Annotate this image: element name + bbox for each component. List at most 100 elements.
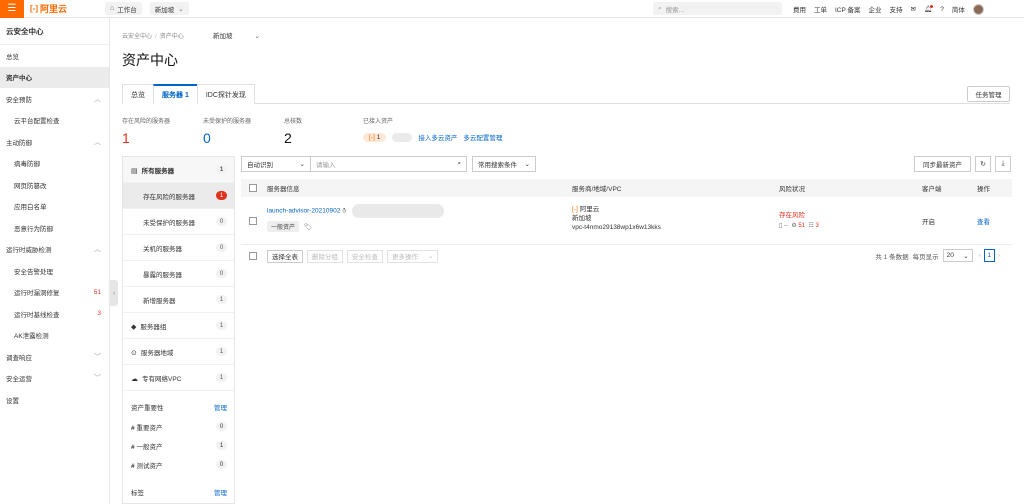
tree-all-servers[interactable]: ▤ 所有服务器 1 (123, 157, 234, 183)
more-actions-button[interactable]: 更多操作 ⌄ (387, 249, 439, 263)
sidebar-item[interactable]: 主动防御 ︿ (0, 131, 109, 153)
workbench-button[interactable]: ⌂ 工作台 (105, 2, 142, 15)
task-management-button[interactable]: 任务管理 (967, 86, 1010, 102)
sidebar-item[interactable]: 安全预防 ︿ (0, 88, 109, 110)
importance-count: 0 (216, 460, 227, 469)
other-cloud-pill[interactable] (392, 132, 413, 142)
sidebar-item[interactable]: 资产中心 (0, 66, 109, 88)
row-checkbox[interactable] (249, 216, 257, 225)
common-conditions-select[interactable]: 常用搜索条件 ⌄ (472, 156, 536, 172)
tree-sub-item[interactable]: 新增服务器 1 (123, 287, 234, 313)
tags-manage-link[interactable]: 管理 (214, 487, 227, 497)
tab-idc-discovery[interactable]: IDC探针发现 (196, 84, 255, 104)
breadcrumb-item[interactable]: 云安全中心 (122, 34, 152, 40)
connect-multicloud-link[interactable]: 接入多云资产 (418, 132, 457, 142)
importance-item[interactable]: # 测试资产 0 (123, 455, 234, 474)
download-icon[interactable]: ⤓ (995, 156, 1011, 172)
server-icon: ▤ (131, 167, 138, 175)
tree-vpc[interactable]: ☁ 专有网络VPC 1 (123, 365, 234, 391)
sidebar-item[interactable]: AK泄露检测 (0, 325, 109, 347)
tab-overview[interactable]: 总览 (122, 84, 154, 104)
total-count: 共 1 条数据 (875, 253, 909, 261)
importance-item[interactable]: # 重要资产 0 (123, 417, 234, 436)
linux-icon: 🐧︎ (342, 207, 347, 215)
aliyun-logo[interactable]: [-] 阿里云 (30, 2, 67, 15)
server-name-link[interactable]: launch-advisor-20210902 (267, 208, 340, 215)
chevron-down-icon: ⌄ (178, 5, 184, 13)
sidebar-item[interactable]: 安全告警处理 (0, 260, 109, 282)
chevron-icon: ﹀ (94, 375, 101, 383)
sidebar-item[interactable]: 安全运营 ﹀ (0, 368, 109, 390)
search-input[interactable]: 请输入 ⌕ (311, 156, 467, 172)
aliyun-asset-pill[interactable]: [-] 1 (363, 132, 387, 142)
sidebar-item[interactable]: 总览 (0, 45, 109, 67)
asset-importance-header: 资产重要性 管理 (123, 397, 234, 417)
hash-icon: # (131, 424, 135, 432)
refresh-icon[interactable]: ↻ (975, 156, 991, 172)
vuln-icon: ⚙ (791, 223, 797, 229)
sidebar-item[interactable]: 运行时漏洞修复 51 (0, 282, 109, 304)
top-right-links: 费用 工单 ICP 备案 企业 支持 ✉ 🔔︎ ? 简体 (793, 0, 992, 18)
sidebar-item[interactable]: 网页防篡改 (0, 174, 109, 196)
support-link[interactable]: 支持 (890, 4, 903, 14)
sidebar-item[interactable]: 运行时威胁检测 ︿ (0, 239, 109, 261)
sidebar-item[interactable]: 病毒防御 (0, 153, 109, 175)
sidebar-item[interactable]: 运行时基线检查 3 (0, 303, 109, 325)
importance-item[interactable]: # 一般资产 1 (123, 436, 234, 455)
fees-link[interactable]: 费用 (793, 4, 806, 14)
sidebar-item-label: 安全预防 (6, 96, 32, 104)
stat-unprotected[interactable]: 未受保护的服务器 0 (203, 116, 251, 146)
tree-sub-item[interactable]: 存在风险的服务器 1 (123, 183, 234, 209)
baseline-count[interactable]: 3 (815, 223, 818, 229)
select-all-button[interactable]: 选择全表 (267, 249, 303, 263)
select-all-checkbox[interactable] (249, 184, 257, 192)
tab-servers[interactable]: 服务器 1 (153, 84, 198, 104)
stat-at-risk[interactable]: 存在风险的服务器 1 (122, 116, 170, 146)
tree-server-group[interactable]: ◆ 服务器组 1 (123, 313, 234, 339)
sidebar-item[interactable]: 应用白名单 (0, 196, 109, 218)
search-icon[interactable]: ⌕ (457, 160, 461, 168)
sync-assets-button[interactable]: 同步最新资产 (914, 156, 971, 172)
sidebar-item[interactable]: 恶意行为防御 (0, 217, 109, 239)
multicloud-config-link[interactable]: 多云配置管理 (463, 132, 502, 142)
importance-tag: 一般资产 (267, 221, 300, 232)
footer-select-checkbox[interactable] (249, 252, 257, 260)
importance-manage-link[interactable]: 管理 (214, 402, 227, 412)
mail-icon[interactable]: ✉ (911, 5, 916, 13)
sidebar-item[interactable]: 设置 (0, 389, 109, 411)
icp-link[interactable]: ICP 备案 (835, 4, 861, 14)
tree-server-region[interactable]: ⊙ 服务器地域 1 (123, 339, 234, 365)
tag-icon[interactable]: 🏷︎ (304, 224, 312, 231)
security-check-button[interactable]: 安全检查 (347, 249, 383, 263)
page-button[interactable]: 1 (983, 249, 995, 262)
region-dropdown[interactable]: 新加坡 ⌄ (213, 30, 260, 40)
prev-page-icon[interactable]: ‹ (979, 252, 981, 259)
remove-group-button[interactable]: 删除分组 (307, 249, 343, 263)
tree-sub-item[interactable]: 关机的服务器 0 (123, 235, 234, 261)
chevron-icon: ︿ (94, 138, 101, 146)
sidebar-item[interactable]: 云平台配置检查 (0, 110, 109, 132)
enterprise-link[interactable]: 企业 (869, 4, 882, 14)
alert-icon[interactable]: ▯ -- (779, 223, 788, 229)
hamburger-menu-icon[interactable]: ☰ (0, 0, 24, 18)
sidebar-item[interactable]: 调查响应 ﹀ (0, 346, 109, 368)
importance-label: 重要资产 (136, 424, 163, 432)
tree-sub-item[interactable]: 暴露的服务器 0 (123, 261, 234, 287)
vuln-count[interactable]: 51 (798, 223, 805, 229)
language-switch[interactable]: 简体 (952, 4, 965, 14)
bell-icon[interactable]: 🔔︎ (924, 5, 934, 13)
next-page-icon[interactable]: › (998, 252, 1000, 259)
help-icon[interactable]: ? (940, 6, 944, 13)
chevron-icon: ﹀ (94, 353, 101, 361)
ticket-link[interactable]: 工单 (814, 4, 827, 14)
global-search-input[interactable]: ⌕ 搜索... (653, 2, 782, 15)
view-link[interactable]: 查看 (977, 216, 990, 226)
region-selector[interactable]: 新加坡 ⌄ (149, 2, 189, 15)
page-size-select[interactable]: 20 ⌄ (942, 249, 973, 262)
client-status: 开启 (922, 219, 935, 226)
importance-count: 1 (216, 441, 227, 450)
tree-sub-item[interactable]: 未受保护的服务器 0 (123, 209, 234, 235)
tree-sub-label: 存在风险的服务器 (143, 193, 195, 201)
search-mode-select[interactable]: 自动识别 ⌄ (241, 156, 311, 172)
avatar[interactable] (972, 3, 984, 15)
